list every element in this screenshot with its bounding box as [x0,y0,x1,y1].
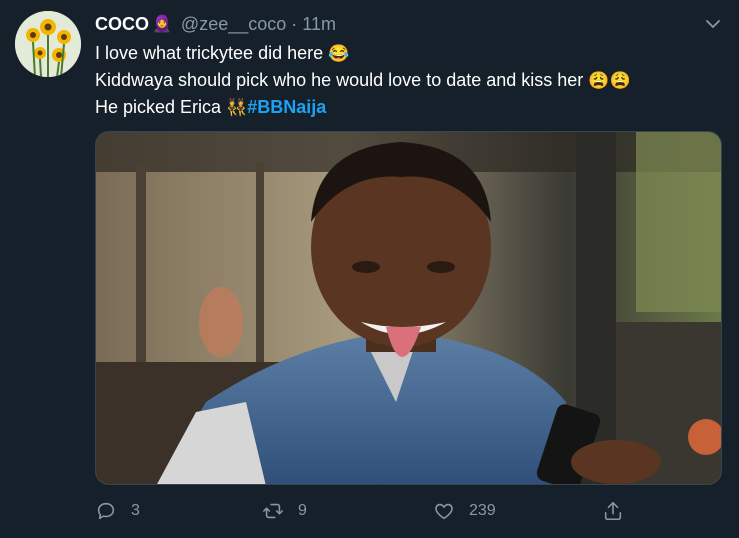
tweet-media-image[interactable] [95,131,722,485]
like-count: 239 [469,502,496,519]
share-icon [604,501,622,521]
tweet-line-3: He picked Erica 👯#BBNaija [95,94,715,121]
like-button[interactable]: 239 [433,500,496,522]
separator-dot: · [291,13,298,34]
tweet-actions: 3 9 239 [95,500,725,528]
name-emoji: 🧕 [152,16,172,33]
tweet-menu-button[interactable] [703,14,723,34]
sunflower-avatar-icon [15,11,81,77]
retweet-button[interactable]: 9 [262,500,307,522]
share-button[interactable] [602,500,624,522]
avatar[interactable] [15,11,81,77]
tweet-line-text: Kiddwaya should pick who he would love t… [95,70,584,90]
dancers-emoji: 👯 [226,98,248,117]
caret-down-icon [706,20,720,28]
reply-button[interactable]: 3 [95,500,140,522]
tweet-line-text: I love what trickytee did here [95,43,324,63]
hashtag-link[interactable]: #BBNaija [247,97,326,117]
author-name[interactable]: COCO [95,14,149,35]
retweet-icon [263,503,283,519]
tweet-timestamp[interactable]: 11m [302,14,336,35]
tweet-line-text: He picked Erica [95,97,222,117]
laughing-emoji: 😂 [328,44,350,63]
reply-count: 3 [131,502,140,519]
tweet-header: COCO 🧕 @zee__coco · 11m [95,12,336,36]
tweet-text: I love what trickytee did here 😂 Kiddway… [95,40,715,121]
weary-emoji: 😩😩 [588,71,631,90]
retweet-count: 9 [298,502,307,519]
tweet-line-2: Kiddwaya should pick who he would love t… [95,67,715,94]
tweet-line-1: I love what trickytee did here 😂 [95,40,715,67]
reply-icon [97,502,115,520]
photo-illustration [96,132,721,484]
author-handle[interactable]: @zee__coco [181,14,286,35]
like-icon [435,503,453,520]
